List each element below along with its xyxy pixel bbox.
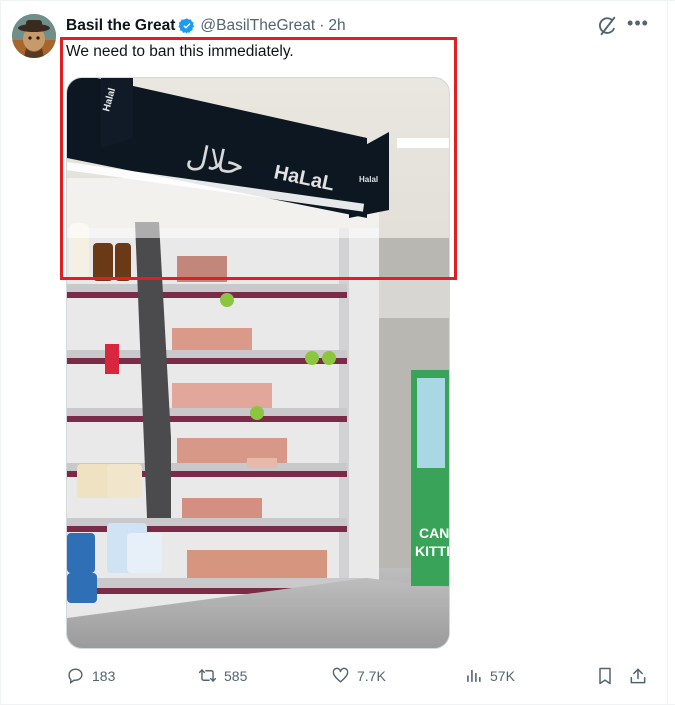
share-icon[interactable] <box>628 666 648 686</box>
author-name[interactable]: Basil the Great <box>66 17 175 35</box>
tweet-text: We need to ban this immediately. <box>66 43 294 60</box>
heart-icon <box>332 667 349 683</box>
bookmark-icon[interactable] <box>595 666 615 686</box>
views-button[interactable]: 57K <box>464 666 515 685</box>
repost-count: 585 <box>224 667 248 684</box>
author-handle[interactable]: @BasilTheGreat <box>200 17 315 35</box>
action-bar: 183 585 7.7K 57K <box>0 666 675 688</box>
timestamp[interactable]: 2h <box>328 17 345 35</box>
reply-icon <box>68 668 83 685</box>
avatar[interactable] <box>12 14 56 58</box>
verified-badge-icon <box>178 17 196 35</box>
reply-button[interactable]: 183 <box>66 666 115 685</box>
more-options-icon[interactable]: ••• <box>627 14 649 36</box>
views-icon <box>467 669 481 682</box>
box-text-line2: KITTE <box>415 543 450 559</box>
grok-icon[interactable] <box>596 15 618 37</box>
tweet-image[interactable]: CAN KITTE Halal حلال HaLaL Halal <box>66 77 450 649</box>
like-button[interactable]: 7.7K <box>331 666 386 685</box>
repost-button[interactable]: 585 <box>198 666 247 685</box>
sign-small-right: Halal <box>359 175 378 184</box>
box-text-line1: CAN <box>419 525 449 541</box>
views-count: 57K <box>490 667 515 684</box>
reply-count: 183 <box>92 667 116 684</box>
separator-dot: · <box>319 17 325 34</box>
tweet-header: Basil the Great @BasilTheGreat · 2h <box>66 16 346 36</box>
repost-icon <box>198 669 217 682</box>
like-count: 7.7K <box>357 667 386 684</box>
